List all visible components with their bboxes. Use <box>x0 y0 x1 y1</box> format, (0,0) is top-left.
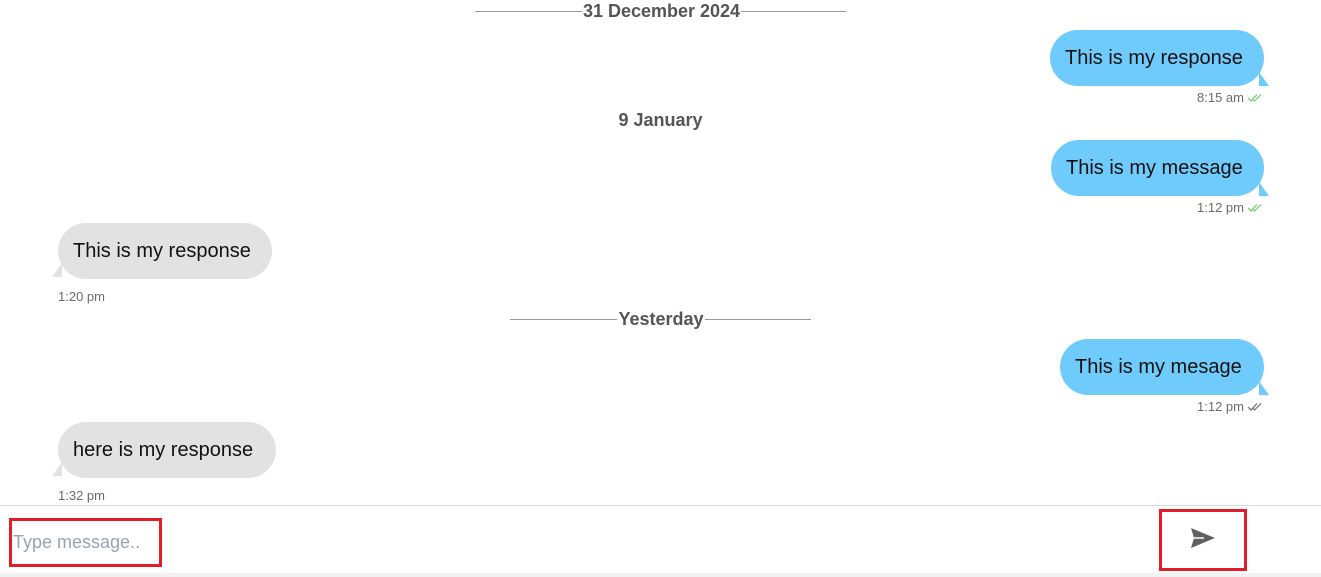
date-separator: Yesterday <box>0 308 1321 330</box>
message-text: This is my message <box>1066 156 1243 179</box>
message-meta: 8:15 am <box>1197 90 1264 105</box>
message-text: This is my response <box>73 239 251 262</box>
message-time: 1:12 pm <box>1197 399 1244 414</box>
date-separator: 31 December 2024 <box>0 0 1321 22</box>
bubble-tail <box>1259 182 1269 196</box>
separator-line <box>510 318 618 320</box>
message-meta: 1:12 pm <box>1197 200 1264 215</box>
message-bubble-outgoing[interactable]: This is my message <box>1051 140 1264 196</box>
message-bubble-incoming[interactable]: This is my response <box>58 223 272 279</box>
message-bubble-incoming[interactable]: here is my response <box>58 422 276 478</box>
date-label: 31 December 2024 <box>582 0 741 21</box>
message-input-wrapper[interactable] <box>9 518 162 567</box>
send-button[interactable] <box>1159 509 1247 571</box>
bubble-tail <box>52 263 62 277</box>
message-meta: 1:12 pm <box>1197 399 1264 414</box>
date-separator: 9 January <box>0 109 1321 131</box>
message-text: This is my mesage <box>1075 355 1242 378</box>
message-time: 1:20 pm <box>58 289 105 304</box>
separator-line <box>704 318 811 320</box>
separator-line <box>474 10 582 12</box>
message-list[interactable]: 31 December 2024 This is my response 8:1… <box>0 0 1321 505</box>
date-label: Yesterday <box>618 308 704 329</box>
message-bubble-outgoing[interactable]: This is my mesage <box>1060 339 1264 395</box>
message-composer <box>0 505 1321 574</box>
message-time: 8:15 am <box>1197 90 1244 105</box>
message-text: here is my response <box>73 438 254 461</box>
message-text: This is my response <box>1065 46 1243 69</box>
bubble-tail <box>1259 72 1269 86</box>
message-bubble-outgoing[interactable]: This is my response <box>1050 30 1264 86</box>
message-time: 1:32 pm <box>58 488 105 503</box>
message-meta: 1:20 pm <box>58 289 105 304</box>
date-label: 9 January <box>618 109 703 130</box>
double-check-icon <box>1247 402 1264 412</box>
bubble-tail <box>52 462 62 476</box>
send-icon <box>1190 527 1216 554</box>
message-input[interactable] <box>13 521 158 564</box>
double-check-icon <box>1247 93 1264 103</box>
message-time: 1:12 pm <box>1197 200 1244 215</box>
double-check-icon <box>1247 203 1264 213</box>
message-meta: 1:32 pm <box>58 488 105 503</box>
bubble-tail <box>1259 381 1269 395</box>
separator-line <box>741 10 847 12</box>
bottom-bar <box>0 573 1321 577</box>
